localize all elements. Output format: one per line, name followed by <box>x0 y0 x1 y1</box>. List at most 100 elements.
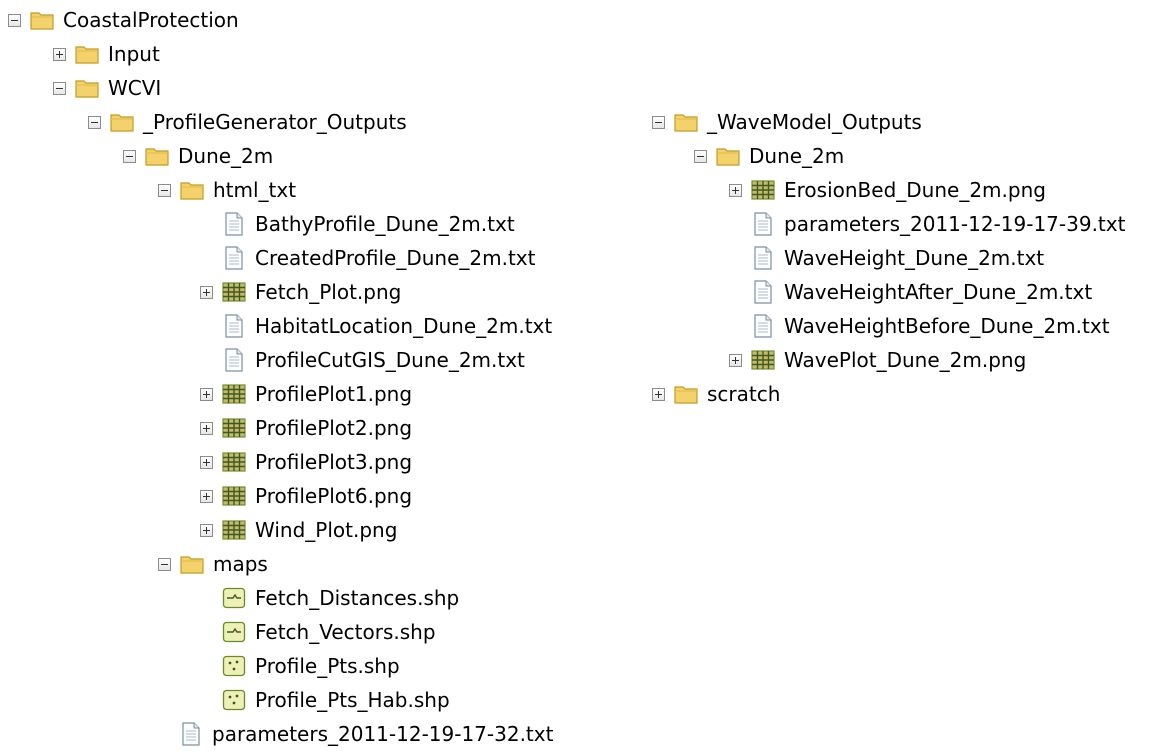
tree-node-file[interactable]: ProfileCutGIS_Dune_2m.txt <box>200 343 525 377</box>
tree-node-label: Input <box>108 42 160 66</box>
tree-node-dune-2m[interactable]: Dune_2m <box>123 139 273 173</box>
collapse-toggle-icon[interactable] <box>88 115 101 129</box>
tree-node-file[interactable]: parameters_2011-12-19-17-39.txt <box>729 207 1125 241</box>
tree-node-file[interactable]: Fetch_Plot.png <box>200 275 401 309</box>
folder-icon <box>716 144 740 168</box>
tree-node-label: ProfileCutGIS_Dune_2m.txt <box>255 348 525 372</box>
tree-node-label: HabitatLocation_Dune_2m.txt <box>255 314 553 338</box>
tree-node-label: Fetch_Distances.shp <box>255 586 460 610</box>
folder-icon <box>145 144 169 168</box>
raster-icon <box>751 178 775 202</box>
text-file-icon <box>751 280 775 304</box>
expand-toggle-icon[interactable] <box>200 489 213 503</box>
tree-node-label: Dune_2m <box>749 144 845 168</box>
folder-icon <box>30 8 54 32</box>
tree-node-label: ProfilePlot3.png <box>255 450 413 474</box>
tree-node-scratch[interactable]: scratch <box>652 377 780 411</box>
tree-node-label: Dune_2m <box>178 144 274 168</box>
raster-icon <box>222 518 246 542</box>
tree-node-label: WavePlot_Dune_2m.png <box>784 348 1027 372</box>
text-file-icon <box>751 314 775 338</box>
tree-node-label: WaveHeightAfter_Dune_2m.txt <box>784 280 1093 304</box>
line-shapefile-icon <box>222 586 246 610</box>
collapse-toggle-icon[interactable] <box>158 183 171 197</box>
tree-node-label: BathyProfile_Dune_2m.txt <box>255 212 515 236</box>
raster-icon <box>222 484 246 508</box>
tree-node-label: Profile_Pts_Hab.shp <box>255 688 450 712</box>
collapse-toggle-icon[interactable] <box>8 13 21 27</box>
collapse-toggle-icon[interactable] <box>694 149 707 163</box>
collapse-toggle-icon[interactable] <box>123 149 136 163</box>
tree-node-coastal-protection[interactable]: CoastalProtection <box>8 3 239 37</box>
expand-toggle-icon[interactable] <box>200 455 213 469</box>
tree-node-label: Fetch_Plot.png <box>255 280 402 304</box>
tree-node-dune-2m[interactable]: Dune_2m <box>694 139 844 173</box>
point-shapefile-icon <box>222 654 246 678</box>
tree-node-label: ErosionBed_Dune_2m.png <box>784 178 1046 202</box>
collapse-toggle-icon[interactable] <box>158 557 171 571</box>
tree-node-label: html_txt <box>213 178 297 202</box>
tree-node-wave-model-outputs[interactable]: _WaveModel_Outputs <box>652 105 922 139</box>
tree-node-file[interactable]: Profile_Pts_Hab.shp <box>200 683 450 717</box>
tree-node-file[interactable]: HabitatLocation_Dune_2m.txt <box>200 309 552 343</box>
tree-node-label: CreatedProfile_Dune_2m.txt <box>255 246 536 270</box>
point-shapefile-icon <box>222 688 246 712</box>
collapse-toggle-icon[interactable] <box>652 115 665 129</box>
tree-node-file[interactable]: ProfilePlot3.png <box>200 445 412 479</box>
text-file-icon <box>179 722 203 746</box>
tree-node-file[interactable]: ProfilePlot6.png <box>200 479 412 513</box>
tree-node-file[interactable]: Profile_Pts.shp <box>200 649 400 683</box>
tree-node-maps[interactable]: maps <box>158 547 268 581</box>
tree-node-file[interactable]: Wind_Plot.png <box>200 513 397 547</box>
tree-node-label: parameters_2011-12-19-17-39.txt <box>784 212 1126 236</box>
expand-toggle-icon[interactable] <box>200 387 213 401</box>
tree-node-label: ProfilePlot6.png <box>255 484 413 508</box>
tree-node-label: parameters_2011-12-19-17-32.txt <box>212 722 554 746</box>
expand-toggle-icon[interactable] <box>200 285 213 299</box>
folder-icon <box>674 382 698 406</box>
expand-toggle-icon[interactable] <box>652 387 665 401</box>
tree-node-label: Wind_Plot.png <box>255 518 398 542</box>
tree-node-file[interactable]: WaveHeightBefore_Dune_2m.txt <box>729 309 1110 343</box>
tree-node-profile-generator-outputs[interactable]: _ProfileGenerator_Outputs <box>88 105 407 139</box>
expand-toggle-icon[interactable] <box>729 353 742 367</box>
tree-node-file[interactable]: parameters_2011-12-19-17-32.txt <box>157 717 553 751</box>
folder-icon <box>180 178 204 202</box>
tree-node-label: _ProfileGenerator_Outputs <box>143 110 407 134</box>
text-file-icon <box>222 212 246 236</box>
tree-node-file[interactable]: CreatedProfile_Dune_2m.txt <box>200 241 535 275</box>
text-file-icon <box>222 246 246 270</box>
tree-node-label: WCVI <box>108 76 162 100</box>
tree-node-label: CoastalProtection <box>63 8 239 32</box>
expand-toggle-icon[interactable] <box>729 183 742 197</box>
tree-node-input[interactable]: Input <box>53 37 160 71</box>
tree-node-html-txt[interactable]: html_txt <box>158 173 296 207</box>
tree-node-file[interactable]: WavePlot_Dune_2m.png <box>729 343 1026 377</box>
tree-node-file[interactable]: ErosionBed_Dune_2m.png <box>729 173 1046 207</box>
tree-node-file[interactable]: WaveHeightAfter_Dune_2m.txt <box>729 275 1092 309</box>
raster-icon <box>751 348 775 372</box>
text-file-icon <box>222 314 246 338</box>
raster-icon <box>222 416 246 440</box>
text-file-icon <box>751 212 775 236</box>
text-file-icon <box>222 348 246 372</box>
tree-node-file[interactable]: Fetch_Vectors.shp <box>200 615 436 649</box>
tree-node-label: WaveHeightBefore_Dune_2m.txt <box>784 314 1110 338</box>
expand-toggle-icon[interactable] <box>200 421 213 435</box>
expand-toggle-icon[interactable] <box>200 523 213 537</box>
tree-node-label: scratch <box>707 382 781 406</box>
folder-icon <box>75 76 99 100</box>
tree-node-file[interactable]: BathyProfile_Dune_2m.txt <box>200 207 515 241</box>
tree-node-label: WaveHeight_Dune_2m.txt <box>784 246 1045 270</box>
tree-node-label: ProfilePlot1.png <box>255 382 413 406</box>
tree-node-file[interactable]: Fetch_Distances.shp <box>200 581 459 615</box>
folder-icon <box>75 42 99 66</box>
folder-icon <box>110 110 134 134</box>
tree-node-file[interactable]: ProfilePlot2.png <box>200 411 412 445</box>
tree-node-label: Fetch_Vectors.shp <box>255 620 436 644</box>
tree-node-file[interactable]: WaveHeight_Dune_2m.txt <box>729 241 1044 275</box>
tree-node-wcvi[interactable]: WCVI <box>53 71 161 105</box>
expand-toggle-icon[interactable] <box>53 47 66 61</box>
collapse-toggle-icon[interactable] <box>53 81 66 95</box>
tree-node-file[interactable]: ProfilePlot1.png <box>200 377 412 411</box>
